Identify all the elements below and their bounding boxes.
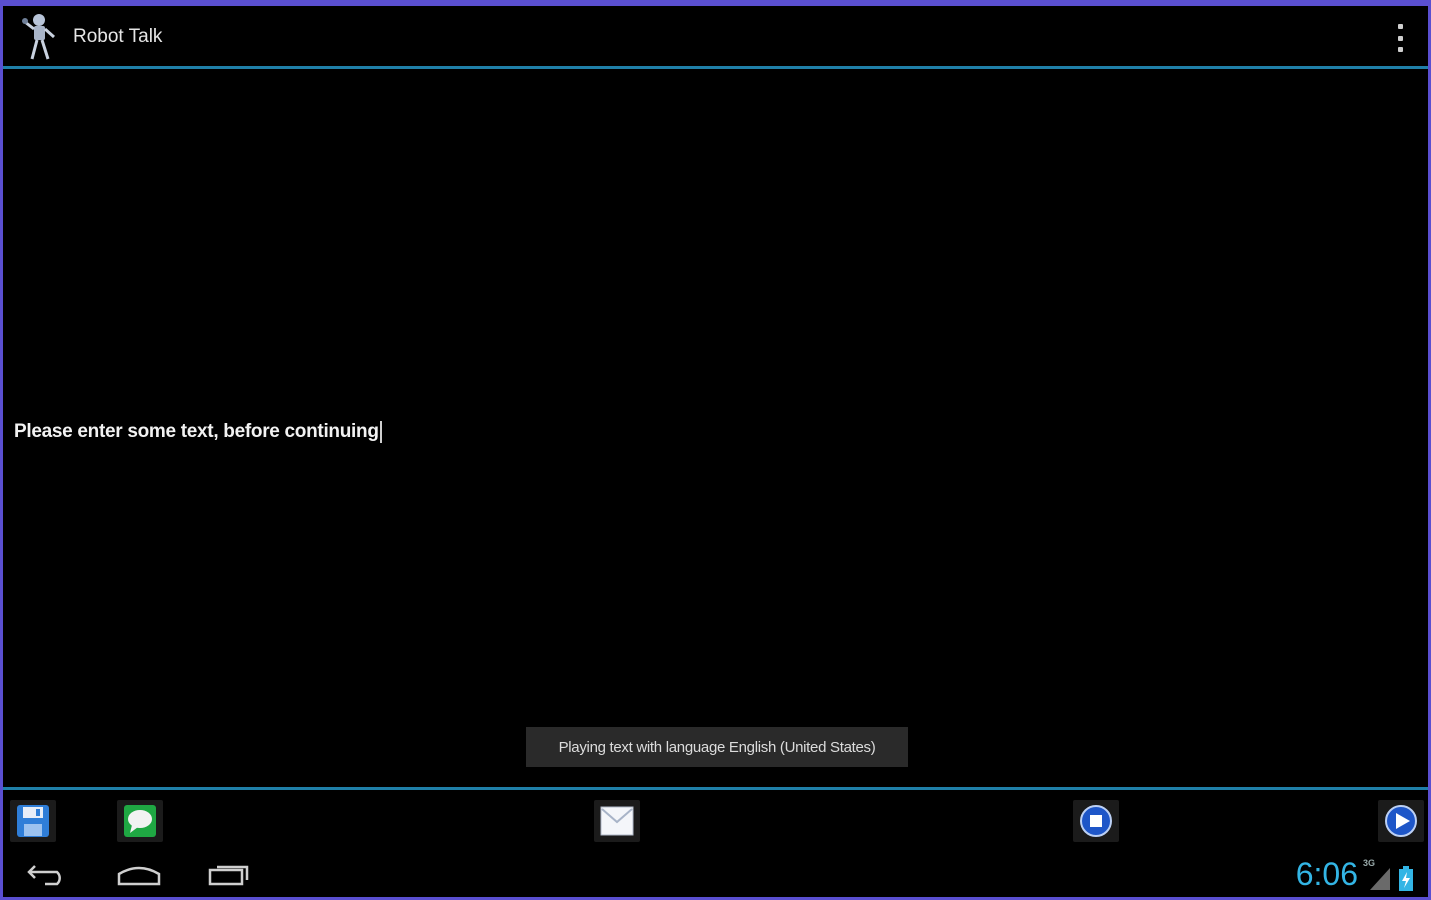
save-icon [17,805,49,837]
bottom-toolbar [3,794,1428,842]
home-icon[interactable] [113,858,165,888]
app-title: Robot Talk [73,26,163,47]
signal-icon [1370,868,1390,890]
overflow-menu-icon[interactable] [1394,24,1406,52]
speech-text-input[interactable]: Please enter some text, before continuin… [14,421,382,443]
device-frame: Robot Talk Please enter some text, befor… [0,0,1431,900]
email-button[interactable] [594,800,640,842]
recent-apps-icon[interactable] [203,858,255,888]
action-bar: Robot Talk [3,6,1428,68]
save-button[interactable] [10,800,56,842]
network-type-label: 3G [1362,858,1375,868]
play-icon [1385,805,1417,837]
speech-bubble-icon [124,805,156,837]
message-button[interactable] [117,800,163,842]
status-clock: 6:06 [1295,856,1358,892]
mail-icon [600,806,634,836]
content-area: Please enter some text, before continuin… [3,69,1428,787]
toolbar-divider [3,787,1428,790]
stop-button[interactable] [1073,800,1119,842]
system-nav-bar: 6:06 3G [3,848,1428,900]
robot-app-icon[interactable] [17,9,65,65]
battery-icon [1399,866,1413,891]
back-icon[interactable] [23,858,75,888]
play-button[interactable] [1378,800,1424,842]
stop-icon [1080,805,1112,837]
status-toast: Playing text with language English (Unit… [526,727,908,767]
